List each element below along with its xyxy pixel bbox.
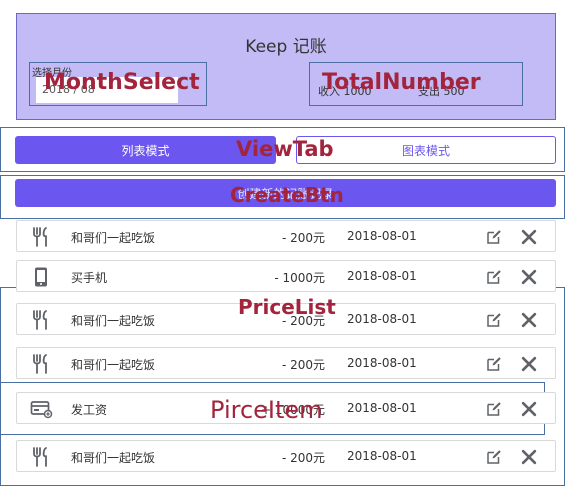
price-item-date: 2018-08-01	[347, 401, 417, 415]
annotation-month-select: MonthSelect	[44, 70, 200, 95]
price-item-title: 和哥们一起吃饭	[71, 314, 156, 328]
app-title: Keep 记账	[245, 37, 327, 57]
edit-icon[interactable]	[485, 268, 503, 286]
price-item-title: 和哥们一起吃饭	[71, 231, 156, 245]
delete-icon[interactable]	[519, 227, 539, 247]
delete-icon[interactable]	[519, 354, 539, 374]
food-icon	[29, 308, 53, 332]
annotation-price-item: PirceItem	[210, 396, 323, 424]
price-item-amount: - 200元	[281, 231, 325, 245]
price-item-amount: - 200元	[281, 451, 325, 465]
price-item-row: 和哥们一起吃饭 - 200元 2018-08-01	[16, 440, 556, 472]
price-item-title: 发工资	[71, 403, 108, 417]
salary-card-icon	[29, 397, 53, 421]
price-item-amount: - 1000元	[274, 271, 325, 285]
edit-icon[interactable]	[485, 311, 503, 329]
price-item-title: 和哥们一起吃饭	[71, 358, 156, 372]
delete-icon[interactable]	[519, 399, 539, 419]
price-item-title: 和哥们一起吃饭	[71, 451, 156, 465]
price-item-date: 2018-08-01	[347, 229, 417, 243]
delete-icon[interactable]	[519, 310, 539, 330]
price-item-title: 买手机	[71, 271, 108, 285]
food-icon	[29, 225, 53, 249]
phone-icon	[29, 265, 53, 289]
annotation-create-btn: CreateBtn	[230, 183, 344, 207]
delete-icon[interactable]	[519, 447, 539, 467]
annotation-total-number: TotalNumber	[322, 70, 481, 95]
edit-icon[interactable]	[485, 448, 503, 466]
app-root: Keep 记账 选择月份 2018 / 08 收入 1000 支出 500 Mo…	[0, 0, 580, 497]
price-item-row: 和哥们一起吃饭 - 200元 2018-08-01	[16, 347, 556, 379]
price-item-amount: - 200元	[281, 358, 325, 372]
price-item-date: 2018-08-01	[347, 269, 417, 283]
price-item-date: 2018-08-01	[347, 312, 417, 326]
edit-icon[interactable]	[485, 228, 503, 246]
food-icon	[29, 352, 53, 376]
annotation-view-tab: ViewTab	[236, 137, 334, 161]
price-item-date: 2018-08-01	[347, 356, 417, 370]
annotation-price-list: PriceList	[238, 295, 336, 319]
edit-icon[interactable]	[485, 400, 503, 418]
price-item-date: 2018-08-01	[347, 449, 417, 463]
price-item-row: 和哥们一起吃饭 - 200元 2018-08-01	[16, 220, 556, 252]
header: Keep 记账 选择月份 2018 / 08 收入 1000 支出 500	[16, 13, 556, 120]
tab-chart-mode[interactable]: 图表模式	[296, 136, 556, 164]
edit-icon[interactable]	[485, 355, 503, 373]
delete-icon[interactable]	[519, 267, 539, 287]
price-item-row: 买手机 - 1000元 2018-08-01	[16, 260, 556, 292]
food-icon	[29, 445, 53, 469]
